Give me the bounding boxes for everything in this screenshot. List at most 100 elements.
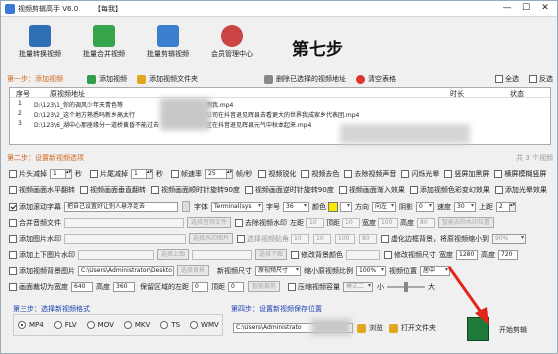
format-mp4-radio[interactable] [18, 321, 26, 329]
crop-checkbox[interactable] [9, 282, 17, 291]
image-watermark-checkbox[interactable] [9, 234, 17, 243]
choose-top-image-button[interactable]: 选择上图 [157, 249, 190, 260]
format-mov[interactable]: MOV [86, 321, 114, 329]
cut-head-checkbox[interactable] [9, 170, 17, 178]
cut-tail-spinner[interactable]: ▴▾ [147, 169, 153, 179]
top-margin-input[interactable]: 2 [496, 201, 510, 212]
choose-watermark-image-button[interactable]: 选择水印图片 [189, 233, 234, 244]
cut-head-input[interactable]: 1 [50, 169, 66, 179]
format-mov-radio[interactable] [86, 321, 95, 329]
color-shift-checkbox[interactable] [409, 186, 418, 194]
invert-select-button[interactable]: 反选 [529, 74, 553, 84]
table-row[interactable]: 1 D:\123\1_你的调风少年天青色等 雨我.mp4 [10, 99, 550, 109]
subtitle-text-input[interactable]: 把自己设置好让别人悬浮走去 [64, 201, 178, 212]
quality-slider-thumb[interactable] [404, 281, 409, 292]
bg-image-checkbox[interactable] [9, 266, 17, 275]
wm-height-input[interactable]: 80 [417, 217, 436, 228]
corner-checkbox[interactable] [237, 234, 246, 243]
framerate-input[interactable]: 25 [205, 169, 227, 179]
new-size-select[interactable]: 原视频尺寸 [255, 265, 302, 276]
bg-color-checkbox[interactable] [291, 250, 300, 259]
wm-top-input[interactable]: 10 [342, 217, 361, 228]
merge-audio-checkbox[interactable] [9, 218, 17, 227]
cut-tail-input[interactable]: 1 [131, 169, 147, 179]
choose-bg-button[interactable]: 选择背景 [177, 265, 210, 276]
subtitle-checkbox[interactable] [9, 202, 17, 211]
blur-border-checkbox[interactable] [381, 234, 390, 243]
quality-slider[interactable] [387, 281, 426, 292]
wm-width-input[interactable]: 100 [378, 217, 399, 228]
shadow-select[interactable]: 0 [416, 201, 434, 212]
corner-width-input[interactable]: 100 [335, 233, 356, 244]
decolor-checkbox[interactable] [301, 170, 310, 178]
bg-image-path[interactable]: C:\Users\Administrator\Deskto [78, 265, 174, 276]
smart-crop-button[interactable]: 智能裁剪 [248, 281, 281, 292]
color-swatch[interactable] [328, 201, 338, 212]
direction-select[interactable]: 向左 [372, 201, 396, 212]
close-icon[interactable]: ✕ [535, 3, 555, 15]
remove-watermark-checkbox[interactable] [235, 218, 244, 227]
corner-height-input[interactable]: 80 [359, 233, 378, 244]
minimize-icon[interactable]: — [497, 3, 517, 15]
batch-convert-button[interactable]: 批量转换视频 [9, 22, 71, 68]
rot90cw-checkbox[interactable] [151, 186, 159, 194]
format-ts[interactable]: TS [160, 321, 180, 329]
framerate-checkbox[interactable] [171, 170, 179, 178]
audio-path-input[interactable] [64, 217, 184, 228]
remove-audio-checkbox[interactable] [344, 170, 353, 178]
browse-button[interactable]: 浏览 [357, 323, 383, 333]
member-center-button[interactable]: 会员管理中心 [201, 22, 263, 68]
scale-select[interactable]: 100% [356, 265, 387, 276]
color-dropdown[interactable] [340, 201, 352, 212]
compress-checkbox[interactable] [288, 282, 297, 291]
bottom-image-path[interactable] [192, 249, 253, 260]
smart-watermark-button[interactable]: 智能去除水印位置 [438, 217, 495, 228]
format-wmv[interactable]: WMV [190, 321, 219, 329]
compress-mode-select[interactable]: 模式二 [343, 281, 374, 292]
corner-left-input[interactable]: 10 [291, 233, 310, 244]
rot90ccw-checkbox[interactable] [244, 186, 253, 194]
blur-bg-checkbox[interactable] [494, 170, 503, 178]
format-flv-radio[interactable] [53, 321, 62, 329]
format-ts-radio[interactable] [160, 321, 169, 329]
format-flv[interactable]: FLV [53, 321, 77, 329]
delete-selected-button[interactable]: 删除已选择的视频地址 [264, 74, 346, 84]
resize-height-input[interactable]: 720 [498, 249, 519, 260]
format-mp4[interactable]: MP4 [18, 321, 44, 329]
add-folder-button[interactable]: 添加视频文件夹 [137, 74, 198, 84]
top-margin-spinner[interactable]: ▴▾ [510, 201, 516, 212]
top-image-path[interactable] [78, 249, 154, 260]
wm-left-input[interactable]: 10 [306, 217, 325, 228]
choose-audio-button[interactable]: 选择音频文件 [187, 217, 232, 228]
batch-merge-button[interactable]: 批量合并视频 [73, 22, 135, 68]
glow-checkbox[interactable] [494, 186, 503, 194]
vertical-black-checkbox[interactable] [444, 170, 453, 178]
top-bottom-image-checkbox[interactable] [9, 250, 17, 259]
select-all-checkbox[interactable] [495, 75, 503, 83]
subtitle-picker-icon[interactable] [182, 201, 190, 212]
keep-top-input[interactable]: 0 [228, 281, 244, 292]
add-video-button[interactable]: 添加视频 [87, 74, 127, 84]
clear-table-button[interactable]: 清空表格 [356, 74, 396, 84]
fade-in-checkbox[interactable] [338, 186, 347, 194]
speed-select[interactable]: 30 [454, 201, 476, 212]
invert-checkbox[interactable] [529, 75, 537, 83]
select-all-button[interactable]: 全选 [495, 74, 519, 84]
font-size-select[interactable]: 36 [283, 201, 309, 212]
crop-height-input[interactable]: 360 [113, 281, 135, 292]
table-row[interactable]: 2 D:\123\2_这个地方熟悉吗新乡高太行 公司在抖音退见辉县去看更大的世界… [10, 109, 550, 119]
start-edit-icon[interactable] [467, 317, 489, 341]
batch-edit-button[interactable]: 批量剪辑视频 [137, 22, 199, 68]
flash-checkbox[interactable] [401, 170, 410, 178]
sharpen-checkbox[interactable] [258, 170, 267, 178]
choose-bottom-image-button[interactable]: 选择下图 [255, 249, 288, 260]
font-select[interactable]: Terminal(sys [211, 201, 263, 212]
corner-top-input[interactable]: 10 [313, 233, 332, 244]
position-select[interactable]: 居中 [420, 265, 451, 276]
format-mkv-radio[interactable] [123, 321, 132, 329]
open-folder-button[interactable]: 打开文件夹 [389, 323, 436, 333]
keep-left-input[interactable]: 0 [192, 281, 208, 292]
resize-checkbox[interactable] [384, 250, 393, 259]
blur-scale-select[interactable]: 90% [492, 233, 527, 244]
start-edit-button[interactable]: 开始剪辑 [499, 325, 527, 335]
